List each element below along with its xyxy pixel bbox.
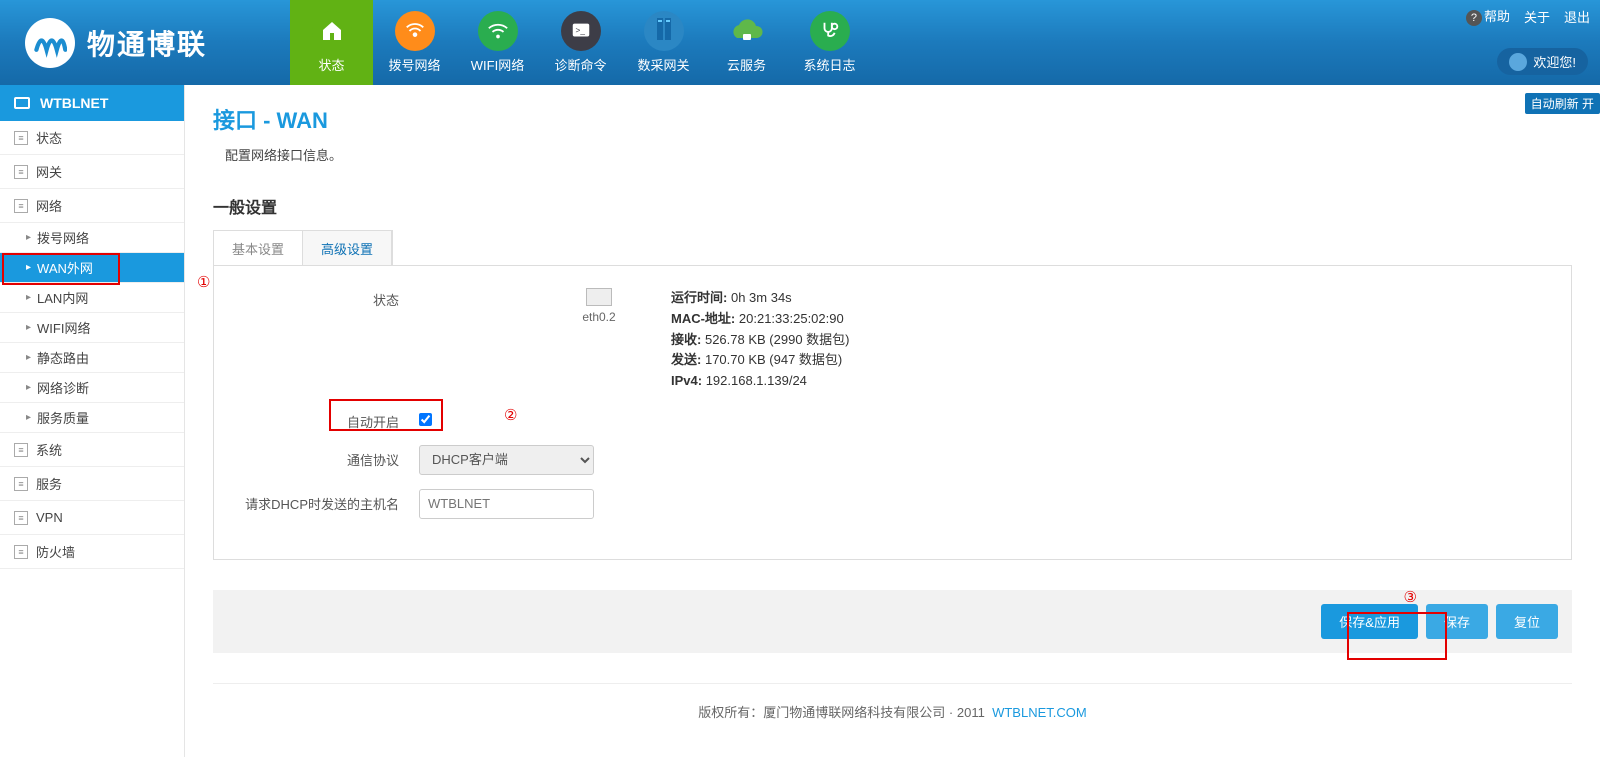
question-icon: ? <box>1466 10 1482 26</box>
header: 物通博联 状态 拨号网络 WIFI网络 >_ 诊断命令 <box>0 0 1600 85</box>
footer: 版权所有：厦门物通博联网络科技有限公司 · 2011 WTBLNET.COM <box>213 702 1572 721</box>
list-icon <box>14 477 28 491</box>
tab-content: 状态 eth0.2 运行时间: 0h 3m 34s MAC-地址: 20:21:… <box>213 265 1572 560</box>
tab-basic[interactable]: 基本设置 <box>214 231 303 266</box>
sidebar-sub-lan[interactable]: LAN内网 <box>0 283 184 313</box>
layout: WTBLNET 状态 网关 网络 拨号网络 WAN外网 LAN内网 WIFI网络… <box>0 85 1600 757</box>
topnav-gateway[interactable]: 数采网关 <box>622 0 705 85</box>
sidebar-item-gateway[interactable]: 网关 <box>0 155 184 189</box>
protocol-row: 通信协议 DHCP客户端 <box>234 445 1551 475</box>
tab-advanced[interactable]: 高级设置 <box>303 231 392 266</box>
list-icon <box>14 131 28 145</box>
annotation-number-3: ③ <box>1404 588 1417 606</box>
footer-separator <box>213 683 1572 684</box>
logo-block: 物通博联 <box>0 0 290 85</box>
help-link[interactable]: ?帮助 <box>1466 6 1510 26</box>
topnav-label: WIFI网络 <box>471 55 524 74</box>
save-apply-button[interactable]: 保存&应用 <box>1321 604 1418 639</box>
wifi-icon <box>478 11 518 51</box>
avatar-icon <box>1509 53 1527 71</box>
sidebar: WTBLNET 状态 网关 网络 拨号网络 WAN外网 LAN内网 WIFI网络… <box>0 85 185 757</box>
stethoscope-icon <box>810 11 850 51</box>
sidebar-title: WTBLNET <box>0 85 184 121</box>
list-icon <box>14 511 28 525</box>
reset-button[interactable]: 复位 <box>1496 604 1558 639</box>
about-link[interactable]: 关于 <box>1524 7 1550 26</box>
server-icon <box>644 11 684 51</box>
main: ① 自动刷新 开 接口 - WAN 配置网络接口信息。 一般设置 基本设置 高级… <box>185 85 1600 757</box>
header-right-links: ?帮助 关于 退出 <box>1466 6 1590 26</box>
topnav-dial[interactable]: 拨号网络 <box>373 0 456 85</box>
auto-start-checkbox[interactable] <box>419 413 432 426</box>
auto-start-label: 自动开启 <box>234 412 419 431</box>
sidebar-sub-diag[interactable]: 网络诊断 <box>0 373 184 403</box>
autorefresh-toggle[interactable]: 自动刷新 开 <box>1525 93 1600 114</box>
terminal-icon: >_ <box>561 11 601 51</box>
auto-start-row: 自动开启 <box>234 412 1551 431</box>
topnav-status[interactable]: 状态 <box>290 0 373 85</box>
topnav-wifi[interactable]: WIFI网络 <box>456 0 539 85</box>
hostname-row: 请求DHCP时发送的主机名 <box>234 489 1551 519</box>
list-icon <box>14 545 28 559</box>
topnav-label: 拨号网络 <box>388 55 440 74</box>
topnav-label: 数采网关 <box>637 55 689 74</box>
page-title: 接口 - WAN <box>213 103 1572 135</box>
brand-text: 物通博联 <box>87 23 207 63</box>
topnav-diag[interactable]: >_ 诊断命令 <box>539 0 622 85</box>
section-heading: 一般设置 <box>213 194 1572 218</box>
sidebar-item-firewall[interactable]: 防火墙 <box>0 535 184 569</box>
button-bar: 保存&应用 保存 复位 <box>213 590 1572 653</box>
cloud-icon <box>727 11 767 51</box>
status-row: 状态 eth0.2 运行时间: 0h 3m 34s MAC-地址: 20:21:… <box>234 288 1551 392</box>
topnav: 状态 拨号网络 WIFI网络 >_ 诊断命令 数采网关 <box>290 0 871 85</box>
sidebar-item-status[interactable]: 状态 <box>0 121 184 155</box>
protocol-select[interactable]: DHCP客户端 <box>419 445 594 475</box>
topnav-label: 云服务 <box>727 55 766 74</box>
footer-link[interactable]: WTBLNET.COM <box>992 705 1087 720</box>
sidebar-item-vpn[interactable]: VPN <box>0 501 184 535</box>
list-icon <box>14 443 28 457</box>
status-values: 运行时间: 0h 3m 34s MAC-地址: 20:21:33:25:02:9… <box>671 288 850 392</box>
sidebar-sub-route[interactable]: 静态路由 <box>0 343 184 373</box>
logo-icon <box>25 18 75 68</box>
annotation-number-2: ② <box>504 406 517 424</box>
ethernet-icon <box>586 288 612 306</box>
topnav-label: 系统日志 <box>803 55 855 74</box>
annotation-number-1: ① <box>197 273 210 291</box>
sidebar-sub-dial[interactable]: 拨号网络 <box>0 223 184 253</box>
tabs: 基本设置 高级设置 <box>213 230 393 266</box>
topnav-cloud[interactable]: 云服务 <box>705 0 788 85</box>
sidebar-sub-wan[interactable]: WAN外网 <box>0 253 184 283</box>
hostname-label: 请求DHCP时发送的主机名 <box>234 494 419 513</box>
status-label: 状态 <box>234 288 419 309</box>
sidebar-item-services[interactable]: 服务 <box>0 467 184 501</box>
list-icon <box>14 199 28 213</box>
home-icon <box>312 11 352 51</box>
list-icon <box>14 165 28 179</box>
interface-box: eth0.2 <box>559 288 639 324</box>
logout-link[interactable]: 退出 <box>1564 7 1590 26</box>
topnav-syslog[interactable]: 系统日志 <box>788 0 871 85</box>
monitor-icon <box>14 97 30 109</box>
protocol-label: 通信协议 <box>234 450 419 469</box>
save-button[interactable]: 保存 <box>1426 604 1488 639</box>
page-subtitle: 配置网络接口信息。 <box>225 145 1572 164</box>
signal-icon <box>395 11 435 51</box>
sidebar-item-network[interactable]: 网络 <box>0 189 184 223</box>
sidebar-item-system[interactable]: 系统 <box>0 433 184 467</box>
topnav-label: 诊断命令 <box>554 55 606 74</box>
svg-text:>_: >_ <box>575 26 585 35</box>
hostname-input[interactable] <box>419 489 594 519</box>
welcome-pill: 欢迎您! <box>1497 48 1588 75</box>
welcome-text: 欢迎您! <box>1533 52 1576 71</box>
topnav-label: 状态 <box>318 55 344 74</box>
sidebar-sub-qos[interactable]: 服务质量 <box>0 403 184 433</box>
sidebar-sub-wifi[interactable]: WIFI网络 <box>0 313 184 343</box>
